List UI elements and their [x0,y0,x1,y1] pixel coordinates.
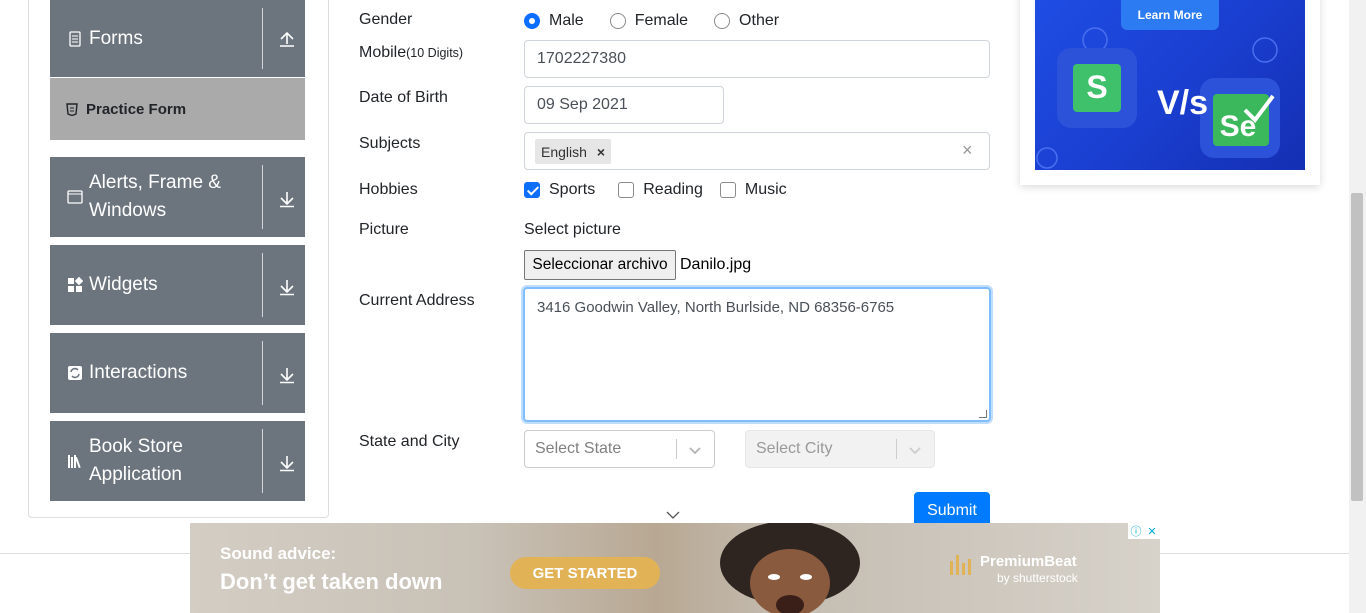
hobby-music-checkbox[interactable] [719,182,736,198]
widgets-icon [68,277,83,292]
vs-text: V/s [1157,84,1209,122]
sidebar-group-alerts[interactable]: Alerts, Frame & Windows [50,157,305,237]
form-icon [69,30,81,47]
remove-tag-icon[interactable]: × [597,144,605,160]
choose-file-button[interactable]: Seleccionar archivo [524,250,676,280]
hobbies-checkbox-group: Sports Reading Music [524,179,813,201]
sidebar-group-label: Widgets [89,274,158,295]
sidebar-item-practice-form[interactable]: Practice Form [50,78,305,140]
hobby-reading-checkbox[interactable] [618,182,635,198]
expand-arrow-icon[interactable] [278,278,296,296]
man-photo [720,523,860,613]
get-started-button[interactable]: GET STARTED [510,557,660,589]
bottom-ad-banner[interactable]: Sound advice: Don’t get taken down GET S… [190,523,1160,613]
side-ad-image[interactable]: Learn More S Se V/s [1035,0,1305,170]
select-picture-text: Select picture [524,221,621,238]
html-icon [66,102,78,116]
city-select[interactable]: Select City [745,430,935,468]
sidebar-group-forms[interactable]: Forms [50,0,305,77]
sidebar-group-label: Interactions [89,362,188,383]
sidebar-group-label: Book Store Application [89,436,183,485]
dob-label: Date of Birth [359,89,448,106]
subjects-label: Subjects [359,135,421,152]
gender-option-label[interactable]: Other [739,12,779,30]
sidebar-group-book-store[interactable]: Book Store Application [50,421,305,501]
dob-input[interactable]: 09 Sep 2021 [524,86,724,124]
gender-option-label[interactable]: Female [635,12,688,30]
close-icon[interactable]: ✕ [1144,523,1160,539]
books-icon [68,455,81,469]
ad-headline: Sound advice: [220,544,337,563]
hobby-option-label[interactable]: Music [745,181,787,199]
gender-other-radio[interactable] [714,13,731,29]
hobbies-label: Hobbies [359,181,418,198]
gender-radio-group: Male Female Other [524,10,805,32]
sidebar-item-label: Practice Form [86,100,187,118]
chevron-down-icon [666,511,680,519]
gender-female-radio[interactable] [609,13,626,29]
expand-arrow-icon[interactable] [278,366,296,384]
divider [896,439,897,459]
hobby-sports-checkbox[interactable] [524,182,540,198]
expand-arrow-icon[interactable] [278,454,296,472]
divider [262,253,263,317]
chevron-down-icon[interactable] [908,443,922,457]
subject-tag: English × [535,139,612,164]
current-address-textarea[interactable]: 3416 Goodwin Valley, North Burlside, ND … [523,287,991,422]
svg-text:S: S [1086,69,1107,105]
mobile-label: Mobile(10 Digits) [359,44,463,62]
expand-arrow-icon[interactable] [278,190,296,208]
picture-label: Picture [359,221,409,238]
gender-label: Gender [359,11,413,28]
page: Forms Practice Form Alerts, Frame & Wind… [0,0,1366,613]
collapse-arrow-icon[interactable] [278,30,296,48]
interactions-icon [68,366,82,380]
gender-male-radio[interactable] [524,13,540,29]
divider [262,341,263,405]
sidebar-group-interactions[interactable]: Interactions [50,333,305,413]
clear-subjects-icon[interactable]: × [962,140,973,161]
mobile-hint: (10 Digits) [406,46,464,60]
hobby-option-label[interactable]: Sports [549,181,595,199]
subject-tag-label: English [541,143,587,160]
divider [262,8,263,69]
mobile-value: 1702227380 [537,50,626,67]
window-icon [67,190,83,204]
ad-brand-sub: by shutterstock [997,571,1078,585]
ad-subheadline: Don’t get taken down [220,569,443,594]
state-select[interactable]: Select State [524,430,715,468]
city-placeholder: Select City [756,440,833,457]
resize-handle-icon[interactable] [979,410,987,418]
state-placeholder: Select State [535,440,622,457]
mobile-input[interactable]: 1702227380 [524,40,990,78]
selected-file-name: Danilo.jpg [680,256,752,273]
hobby-option-label[interactable]: Reading [643,181,703,199]
ad-brand: PremiumBeat [980,553,1077,570]
sidebar-group-label: Alerts, Frame & Windows [89,172,221,221]
divider [262,165,263,229]
gender-option-label[interactable]: Male [549,12,584,30]
sidebar-group-widgets[interactable]: Widgets [50,245,305,325]
scrollbar-thumb[interactable] [1351,193,1363,501]
state-city-label: State and City [359,433,460,450]
chevron-down-icon[interactable] [688,443,702,457]
address-value: 3416 Goodwin Valley, North Burlside, ND … [537,299,895,316]
info-icon[interactable]: ⓘ [1128,523,1144,539]
sidebar-group-label: Forms [89,27,143,49]
ad-choices[interactable]: ⓘ ✕ [1128,523,1160,539]
divider [676,439,677,459]
dob-value: 09 Sep 2021 [537,96,628,113]
mobile-label-text: Mobile [359,44,407,61]
divider [262,429,263,493]
address-label: Current Address [359,292,475,309]
premiumbeat-logo-icon [950,555,971,575]
